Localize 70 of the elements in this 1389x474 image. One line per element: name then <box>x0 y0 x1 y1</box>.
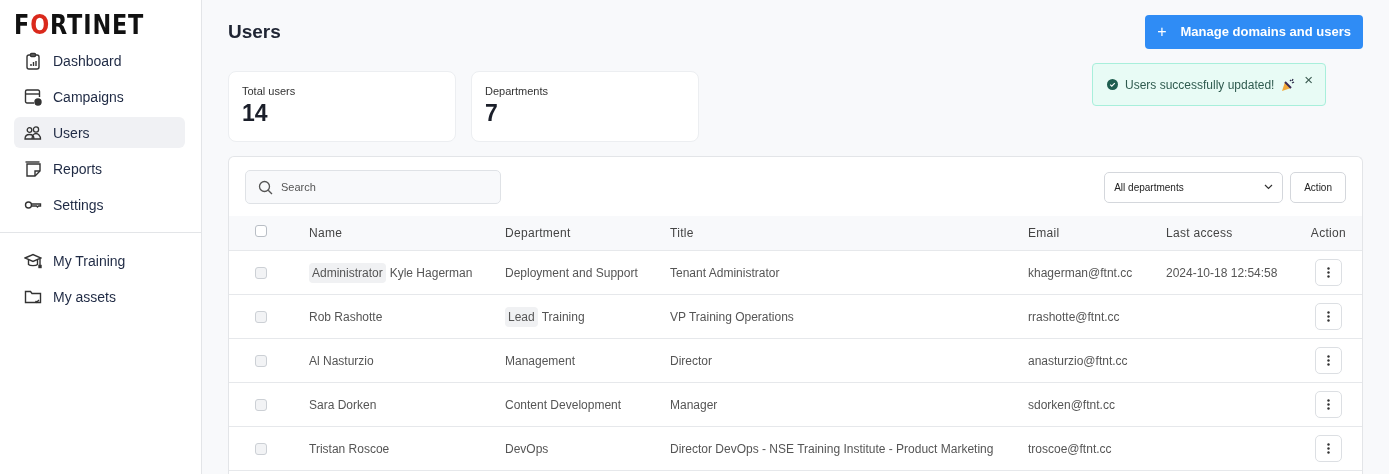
column-header: Action <box>1310 226 1347 240</box>
column-header: Email <box>1028 226 1061 240</box>
table-cell: khagerman@ftnt.cc <box>1028 265 1133 280</box>
stat-value: 7 <box>485 100 499 127</box>
table-cell: troscoe@ftnt.cc <box>1028 441 1112 456</box>
column-header: Title <box>670 226 695 240</box>
table-cell: Content Development <box>505 397 622 412</box>
more-options-button[interactable] <box>1315 303 1342 330</box>
table-cell: rrashotte@ftnt.cc <box>1028 309 1120 324</box>
nav-item[interactable]: Users <box>14 117 185 148</box>
select-all-checkbox[interactable] <box>255 224 267 237</box>
more-options-button[interactable] <box>1315 347 1342 374</box>
check-circle-icon <box>1107 79 1118 90</box>
page-title: Users <box>228 20 281 43</box>
column-header: Last access <box>1166 226 1234 240</box>
nav-item[interactable]: My assets <box>14 281 185 312</box>
nav-item[interactable]: Campaigns <box>14 81 185 112</box>
vertical-dots-icon <box>1327 399 1330 410</box>
table-cell: Kyle Hagerman <box>389 265 473 280</box>
chevron-down-icon <box>1264 184 1274 190</box>
row-checkbox[interactable] <box>255 354 267 367</box>
more-options-button[interactable] <box>1315 391 1342 418</box>
table-cell: sdorken@ftnt.cc <box>1028 397 1115 412</box>
stat-value: 14 <box>242 100 269 127</box>
row-checkbox[interactable] <box>255 310 267 323</box>
table-cell: Manager <box>670 397 718 412</box>
column-header: Department <box>505 226 572 240</box>
vertical-dots-icon <box>1327 355 1330 366</box>
table-cell: DevOps <box>505 441 549 456</box>
table-cell: Tenant Administrator <box>670 265 780 280</box>
vertical-dots-icon <box>1327 267 1330 278</box>
nav-item[interactable]: Reports <box>14 153 185 184</box>
graduation-cap-icon <box>24 251 42 270</box>
note-icon <box>24 159 42 178</box>
stat-label: Total users <box>242 85 297 97</box>
table-cell: Training <box>541 309 585 324</box>
table-cell: Management <box>505 353 576 368</box>
table-cell: 2024-10-18 12:54:58 <box>1166 265 1278 280</box>
table-cell: Director <box>670 353 712 368</box>
department-dropdown[interactable]: All departments <box>1104 171 1284 203</box>
toast-message: Users successfully updated! <box>1125 77 1275 92</box>
more-options-button[interactable] <box>1315 259 1342 286</box>
table-cell: Tristan Roscoe <box>309 441 390 456</box>
party-popper-icon <box>1281 77 1296 92</box>
table-cell: Director DevOps - NSE Training Institute - Product Marketing <box>670 441 994 456</box>
row-checkbox[interactable] <box>255 442 267 455</box>
logo: FORTINET <box>14 12 146 36</box>
row-checkbox[interactable] <box>255 266 267 279</box>
role-tag: Administrator <box>309 262 386 283</box>
users-icon <box>24 123 42 142</box>
table-cell: VP Training Operations <box>670 309 794 324</box>
table-cell: Sara Dorken <box>309 397 377 412</box>
search-field[interactable]: Search <box>245 170 501 204</box>
nav-item[interactable]: Settings <box>14 189 185 220</box>
vertical-dots-icon <box>1327 443 1330 454</box>
table-cell: Deployment and Support <box>505 265 638 280</box>
stat-label: Departments <box>485 85 549 97</box>
more-options-button[interactable] <box>1315 435 1342 462</box>
browser-add-icon <box>24 87 42 106</box>
row-checkbox[interactable] <box>255 398 267 411</box>
table-cell: anasturzio@ftnt.cc <box>1028 353 1128 368</box>
nav-item[interactable]: Dashboard <box>14 45 185 76</box>
table-cell: Rob Rashotte <box>309 309 383 324</box>
column-header: Name <box>309 226 344 240</box>
vertical-dots-icon <box>1327 311 1330 322</box>
clipboard-chart-icon <box>24 51 42 70</box>
nav-item[interactable]: My Training <box>14 245 185 276</box>
action-button[interactable]: Action <box>1290 171 1346 203</box>
table-cell: Al Nasturzio <box>309 353 374 368</box>
role-tag: Lead <box>505 306 538 327</box>
